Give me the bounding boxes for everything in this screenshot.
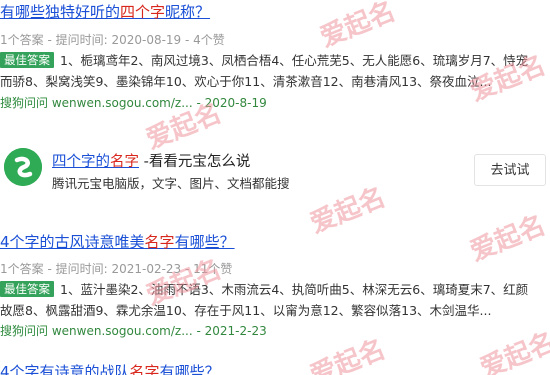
result-source[interactable]: 搜狗问问 wenwen.sogou.com/z... - 2020-8-19 [0, 95, 267, 111]
result-meta: 1个答案 - 提问时间: 2021-02-23 - 11个赞 [0, 262, 233, 276]
result-title-link[interactable]: 4个字有诗意的战队名字有哪些？ [0, 362, 220, 375]
result-title-highlight: 名字 [129, 363, 160, 375]
source-url: wenwen.sogou.com/z... [51, 96, 193, 110]
result-meta: 1个答案 - 提问时间: 2020-08-19 - 4个赞 [0, 33, 225, 47]
result-snippet: 故愿8、枫露甜酒9、霖尤余温10、存在于风11、以甯为意12、繁容似落13、木剑… [0, 303, 492, 318]
ai-title-text: 四个字的 [52, 154, 110, 170]
best-answer-badge: 最佳答案 [0, 281, 54, 297]
result-snippet: 而骄8、梨窝浅笑9、墨染锦年10、欢心于你11、清茶漱音12、南巷清风13、祭夜… [0, 74, 492, 89]
try-it-button[interactable]: 去试试 [474, 154, 546, 186]
search-results-page: 有哪些独特好听的四个字昵称？ 1个答案 - 提问时间: 2020-08-19 -… [0, 0, 550, 375]
yuanbao-logo-icon [4, 148, 42, 186]
source-date: - 2020-8-19 [196, 96, 267, 110]
source-date: - 2021-2-23 [196, 324, 267, 338]
source-name: 搜狗问问 [0, 96, 49, 110]
result-title-link[interactable]: 4个字的古风诗意唯美名字有哪些？ [0, 232, 235, 252]
ai-title-highlight: 名字 [110, 154, 139, 170]
result-snippet: 最佳答案 1、蓝汁墨染2、油雨不语3、木雨流云4、执简听曲5、林深无云6、璃琦夏末… [0, 279, 548, 300]
result-title-highlight: 名字 [144, 233, 175, 251]
watermark: 爱起名 [466, 210, 550, 268]
snippet-line: 1、栀璃鸢年2、南风过境3、凤栖合梧4、任心荒芜5、无人能愿6、琉璃岁月7、恃宠 [60, 53, 529, 68]
result-title-text: 4个字的古风诗意唯美 [0, 233, 145, 251]
result-snippet: 最佳答案 1、栀璃鸢年2、南风过境3、凤栖合梧4、任心荒芜5、无人能愿6、琉璃岁月… [0, 50, 548, 71]
result-title-text: 昵称？ [165, 3, 211, 21]
result-title-text: 有哪些？ [159, 363, 220, 375]
ai-title-rest: -看看元宝怎么说 [139, 154, 251, 170]
watermark: 爱起名 [476, 327, 550, 375]
ai-card-title-link[interactable]: 四个字的名字 [52, 154, 139, 170]
ai-card-title: 四个字的名字 -看看元宝怎么说 [52, 152, 250, 172]
source-name: 搜狗问问 [0, 324, 49, 338]
watermark: 爱起名 [306, 334, 390, 375]
result-title-link[interactable]: 有哪些独特好听的四个字昵称？ [0, 2, 210, 22]
watermark: 爱起名 [316, 0, 400, 54]
result-source[interactable]: 搜狗问问 wenwen.sogou.com/z... - 2021-2-23 [0, 323, 267, 339]
best-answer-badge: 最佳答案 [0, 52, 54, 68]
result-title-text: 4个字有诗意的战队 [0, 363, 130, 375]
source-url: wenwen.sogou.com/z... [51, 324, 193, 338]
result-title-text: 有哪些独特好听的 [0, 3, 121, 21]
ai-assistant-card [0, 140, 550, 204]
ai-card-description: 腾讯元宝电脑版，文字、图片、文档都能搜 [52, 176, 290, 191]
snippet-line: 1、蓝汁墨染2、油雨不语3、木雨流云4、执简听曲5、林深无云6、璃琦夏末7、红颜 [60, 282, 529, 297]
result-title-highlight: 四个字 [120, 3, 166, 21]
result-title-text: 有哪些？ [174, 233, 235, 251]
